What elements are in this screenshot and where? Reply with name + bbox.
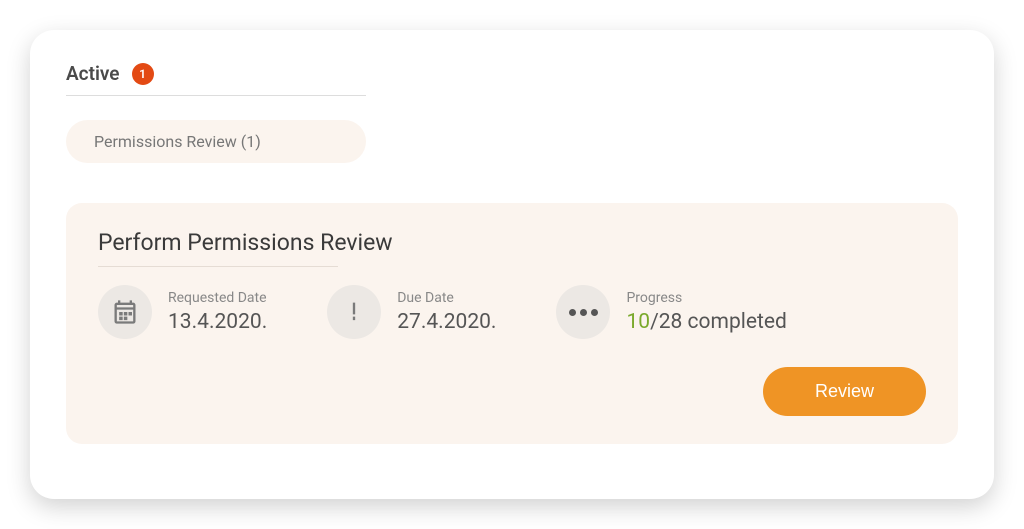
progress-total-suffix: /28 completed [650, 310, 787, 334]
due-date-item: Due Date 27.4.2020. [327, 285, 496, 339]
progress-item: Progress 10/28 completed [556, 285, 786, 339]
due-date-label: Due Date [397, 290, 496, 306]
task-title: Perform Permissions Review [98, 229, 926, 256]
task-panel: Perform Permissions Review Requested Dat… [66, 203, 958, 444]
filter-permissions-review[interactable]: Permissions Review (1) [66, 120, 366, 163]
task-title-divider [98, 266, 338, 267]
progress-value: 10/28 completed [626, 310, 786, 334]
tab-header: Active 1 [66, 62, 958, 85]
more-horizontal-icon [556, 285, 610, 339]
progress-label: Progress [626, 290, 786, 306]
task-info-row: Requested Date 13.4.2020. Due Date 27.4.… [98, 285, 926, 339]
tab-active[interactable]: Active [66, 62, 120, 85]
tab-badge: 1 [132, 63, 154, 85]
button-row: Review [98, 367, 926, 416]
exclamation-icon [327, 285, 381, 339]
requested-date-item: Requested Date 13.4.2020. [98, 285, 267, 339]
progress-done-count: 10 [626, 310, 650, 334]
due-date-value: 27.4.2020. [397, 310, 496, 334]
review-button[interactable]: Review [763, 367, 926, 416]
requested-date-value: 13.4.2020. [168, 310, 267, 334]
requested-date-label: Requested Date [168, 290, 267, 306]
tab-underline [66, 95, 366, 96]
task-card: Active 1 Permissions Review (1) Perform … [30, 30, 994, 499]
calendar-icon [98, 285, 152, 339]
